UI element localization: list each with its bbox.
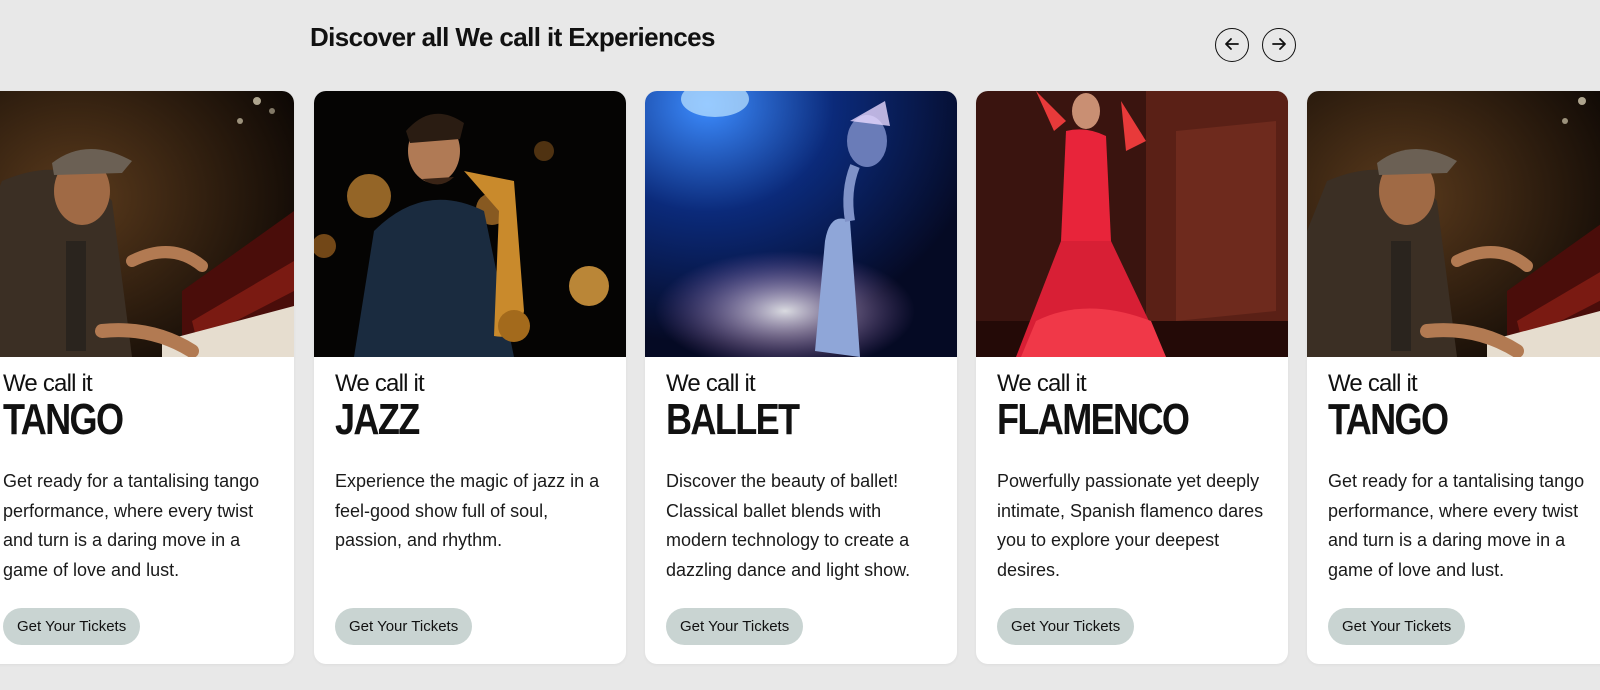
card-prefix: We call it [3,370,93,397]
section-title: Discover all We call it Experiences [310,22,715,52]
experience-card-ballet[interactable]: We call it BALLET Discover the beauty of… [645,91,957,664]
saxophonist-photo [314,91,626,357]
card-prefix: We call it [335,370,425,397]
card-description: Powerfully passionate yet deeply intimat… [997,471,1264,580]
card-genre-title: FLAMENCO [997,395,1190,444]
arrow-left-icon [1222,34,1242,57]
get-tickets-button[interactable]: Get Your Tickets [335,608,473,645]
card-prefix: We call it [997,370,1087,397]
experience-card-flamenco[interactable]: We call it FLAMENCO Powerfully passionat… [976,91,1288,664]
get-tickets-button[interactable]: Get Your Tickets [3,608,141,645]
card-genre-title: JAZZ [335,395,420,444]
card-description: Get ready for a tantalising tango perfor… [1328,471,1585,580]
carousel-prev-button[interactable] [1215,28,1249,62]
card-description: Discover the beauty of ballet! Classical… [666,471,911,580]
arrow-right-icon [1269,34,1289,57]
pianist-photo [1307,91,1600,357]
card-genre-title: TANGO [1328,395,1449,444]
card-prefix: We call it [1328,370,1418,397]
ballerina-photo [645,91,957,357]
card-description: Experience the magic of jazz in a feel-g… [335,471,600,550]
get-tickets-button[interactable]: Get Your Tickets [997,608,1135,645]
experience-card-tango[interactable]: We call it TANGO Get ready for a tantali… [1307,91,1600,664]
card-prefix: We call it [666,370,756,397]
experience-card-jazz[interactable]: We call it JAZZ Experience the magic of … [314,91,626,664]
flamenco-dancer-photo [976,91,1288,357]
experiences-carousel-section: Discover all We call it Experiences We c… [0,0,1600,690]
get-tickets-button[interactable]: Get Your Tickets [1328,608,1466,645]
card-description: Get ready for a tantalising tango perfor… [3,471,260,580]
card-genre-title: BALLET [666,395,800,444]
experience-card-tango[interactable]: We call it TANGO Get ready for a tantali… [0,91,294,664]
carousel-next-button[interactable] [1262,28,1296,62]
get-tickets-button[interactable]: Get Your Tickets [666,608,804,645]
pianist-photo [0,91,294,357]
card-genre-title: TANGO [3,395,124,444]
